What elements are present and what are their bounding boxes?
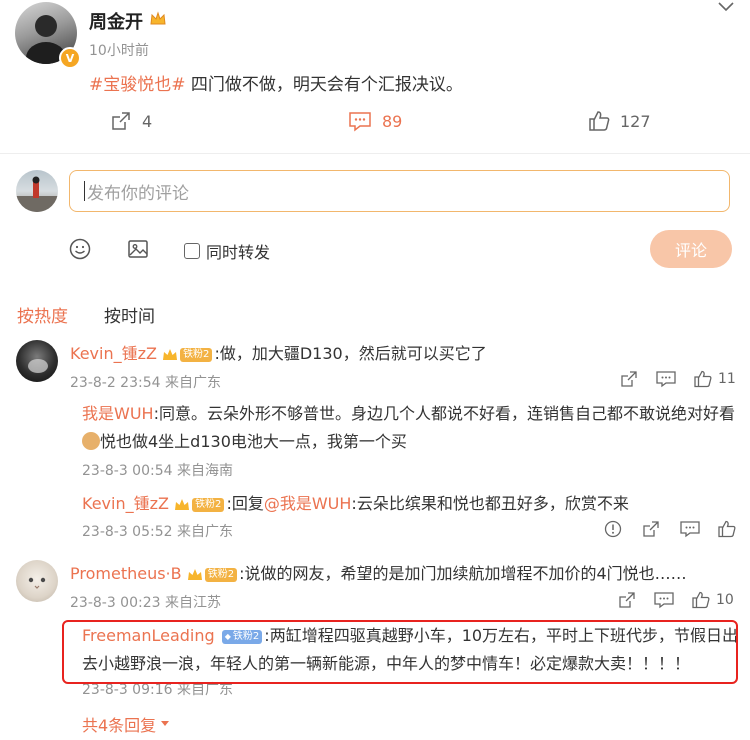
crown-icon — [163, 348, 178, 360]
verified-badge-icon: V — [59, 47, 81, 69]
topic-link[interactable]: #宝骏悦也# — [89, 75, 186, 95]
reply-text-line1: :两缸增程四驱真越野小车，10万左右，平时上下班代步，节假日出 — [264, 626, 739, 645]
fan-badge: 铁粉2 — [192, 497, 225, 512]
comment-avatar[interactable] — [16, 340, 58, 382]
fan-badge: ◆ 铁粉2 — [221, 629, 263, 644]
reply-text: :云朵比缤果和悦也都丑好多，欣赏不来 — [351, 494, 629, 513]
reply-text-line2: 悦也做4坐上d130电池大一点，我第一个买 — [100, 432, 407, 451]
chevron-down-icon[interactable] — [716, 0, 736, 14]
fan-badge-label: 铁粉2 — [232, 630, 260, 642]
member-crown-icon — [149, 10, 167, 28]
fan-badge: 铁粉2 — [204, 567, 238, 582]
comment-line: Kevin_锺zZ 铁粉2:做，加大疆D130，然后就可以买它了 — [70, 340, 487, 368]
comment-icon[interactable] — [680, 520, 700, 538]
reply-meta: 23-8-3 00:54 来自海南 — [82, 463, 233, 479]
share-icon — [112, 112, 130, 130]
thumbs-up-icon[interactable] — [718, 520, 736, 538]
comment-like-count: 11 — [718, 371, 736, 387]
reply-line: FreemanLeading ◆ 铁粉2:两缸增程四驱真越野小车，10万左右，平时… — [82, 622, 738, 650]
current-user-avatar[interactable] — [16, 170, 58, 212]
share-icon[interactable] — [618, 591, 636, 609]
reply-line: Kevin_锺zZ 铁粉2:回复@我是WUH:云朵比缤果和悦也都丑好多，欣赏不来 — [82, 490, 629, 518]
fan-badge: 铁粉2 — [180, 347, 213, 362]
comment-meta: 23-8-2 23:54 来自广东 — [70, 375, 221, 391]
author-name[interactable]: 周金开 — [89, 8, 143, 34]
section-divider — [0, 153, 750, 154]
comment-icon[interactable] — [654, 591, 674, 609]
comment-count: 89 — [382, 111, 403, 131]
comment-username[interactable]: Kevin_锺zZ — [70, 344, 157, 363]
sort-by-time-tab[interactable]: 按时间 — [104, 302, 155, 327]
comment-input[interactable]: 发布你的评论 — [69, 170, 730, 212]
reply-meta: 23-8-3 09:16 来自广东 — [82, 682, 233, 698]
thumbs-up-icon[interactable] — [692, 591, 710, 609]
comment-button[interactable]: 89 — [348, 110, 402, 132]
more-replies-link[interactable]: 共4条回复 — [82, 712, 170, 736]
image-icon[interactable] — [127, 238, 149, 260]
share-icon[interactable] — [620, 370, 638, 388]
comment-avatar[interactable] — [16, 560, 58, 602]
reply-actions — [604, 520, 736, 538]
post-time: 10小时前 — [89, 43, 149, 59]
reply-text-line1: :同意。云朵外形不够普世。身边几个人都说不好看，连销售自己都不敢说绝对好看 — [153, 404, 735, 423]
post-text: #宝骏悦也# 四门做不做，明天会有个汇报决议。 — [89, 70, 463, 95]
more-replies-label: 共4条回复 — [82, 716, 157, 735]
repost-label: 同时转发 — [206, 243, 271, 262]
submit-comment-button[interactable]: 评论 — [650, 230, 732, 268]
repost-button[interactable]: 4 — [110, 110, 152, 132]
comment-like-count: 10 — [716, 592, 734, 608]
comment-icon[interactable] — [656, 370, 676, 388]
comment-actions: 11 — [620, 370, 736, 388]
comment-actions: 10 — [618, 591, 734, 609]
thumbs-up-icon — [589, 111, 610, 131]
repost-count: 4 — [142, 111, 153, 131]
like-button[interactable]: 127 — [588, 110, 651, 132]
emoji-icon[interactable] — [69, 238, 91, 260]
reply-username[interactable]: Kevin_锺zZ — [82, 494, 169, 513]
comment-username[interactable]: Prometheus·B — [70, 564, 182, 583]
comment-text: :说做的网友，希望的是加门加续航加增程不加价的4门悦也…… — [239, 564, 687, 583]
diamond-icon: ◆ — [224, 631, 231, 641]
crown-icon — [187, 568, 202, 580]
repost-checkbox[interactable]: 同时转发 — [184, 239, 270, 263]
reply-text-line2: 去小越野浪一浪，年轻人的第一辆新能源，中年人的梦中情车！必定爆款大卖！！！！ — [82, 654, 691, 673]
submit-label: 评论 — [674, 241, 707, 260]
reply-line-2: 悦也做4坐上d130电池大一点，我第一个买 — [82, 428, 407, 456]
comment-line: Prometheus·B 铁粉2:说做的网友，希望的是加门加续航加增程不加价的4… — [70, 560, 687, 588]
reply-line-2: 去小越野浪一浪，年轻人的第一辆新能源，中年人的梦中情车！必定爆款大卖！！！！ — [82, 650, 690, 678]
reply-username[interactable]: 我是WUH — [82, 404, 154, 423]
crown-icon — [175, 498, 190, 510]
checkbox-icon — [184, 243, 200, 259]
like-count: 127 — [620, 111, 651, 131]
comment-meta: 23-8-3 00:23 来自江苏 — [70, 595, 221, 611]
comment-text: :做，加大疆D130，然后就可以买它了 — [214, 344, 487, 363]
dog-emoji-icon — [82, 432, 100, 450]
reply-username[interactable]: FreemanLeading — [82, 626, 215, 645]
mention-link[interactable]: @我是WUH — [264, 494, 352, 513]
post-body: 四门做不做，明天会有个汇报决议。 — [185, 75, 463, 95]
comment-icon — [349, 112, 371, 132]
report-icon[interactable] — [604, 520, 622, 538]
reply-line: 我是WUH:同意。云朵外形不够普世。身边几个人都说不好看，连销售自己都不敢说绝对… — [82, 400, 735, 428]
reply-meta: 23-8-3 05:52 来自广东 — [82, 524, 233, 540]
caret-down-icon — [161, 721, 170, 726]
sort-by-hot-tab[interactable]: 按热度 — [17, 302, 68, 327]
comment-input-placeholder: 发布你的评论 — [87, 183, 189, 204]
share-icon[interactable] — [642, 520, 660, 538]
reply-prefix: :回复 — [226, 494, 264, 513]
thumbs-up-icon[interactable] — [694, 370, 712, 388]
